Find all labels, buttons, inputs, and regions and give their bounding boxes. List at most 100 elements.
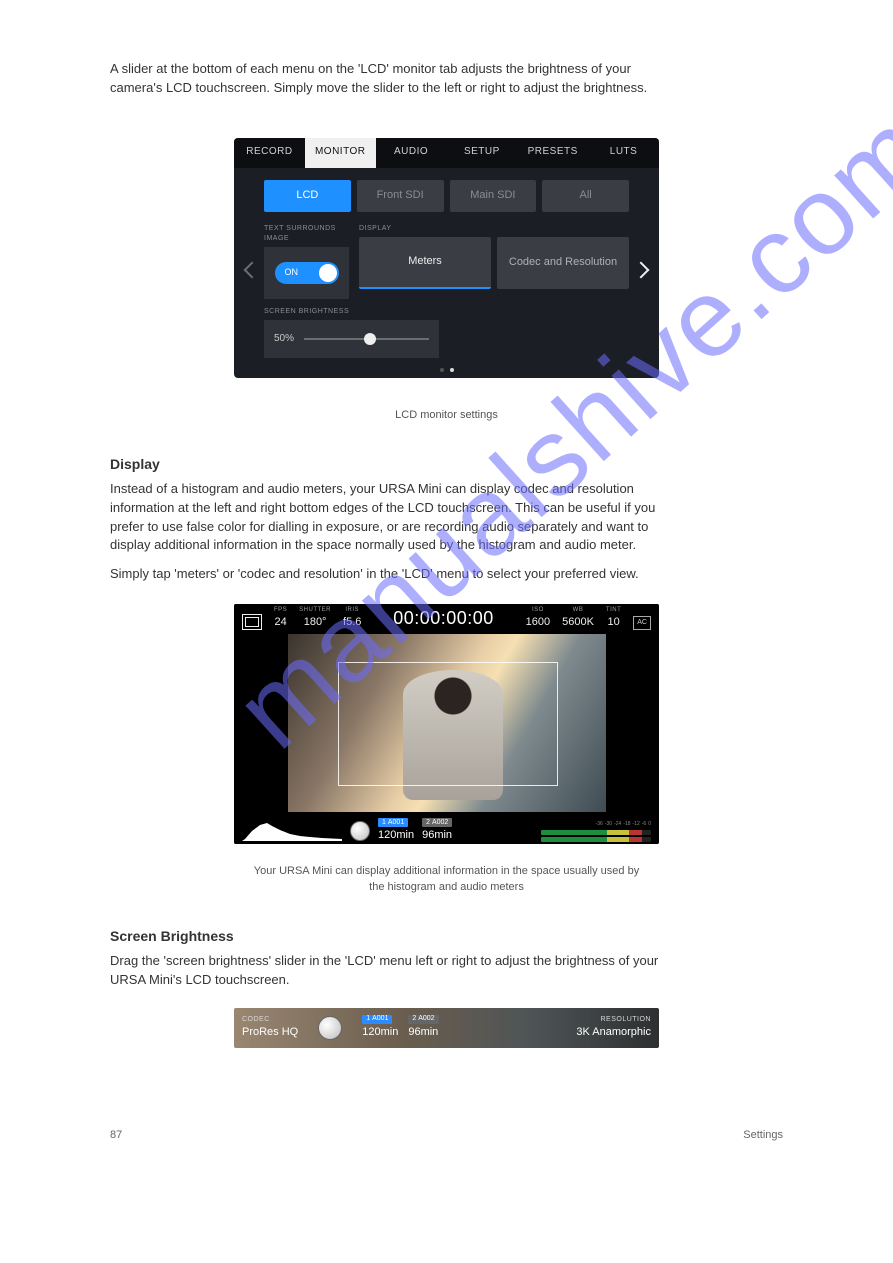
audio-bar-left [541, 830, 651, 835]
scale-3: -18 [623, 821, 630, 828]
card-2[interactable]: 2 A002 96min [422, 818, 452, 844]
caption-hud: Your URSA Mini can display additional in… [247, 864, 647, 896]
strip-card-1-time: 120min [362, 1025, 398, 1041]
iris-value: f5.6 [343, 615, 361, 631]
scale-0: -36 [596, 821, 603, 828]
brightness-paragraph: Drag the 'screen brightness' slider in t… [110, 952, 670, 990]
toggle-knob [319, 264, 337, 282]
monitor-subtabs: LCD Front SDI Main SDI All [234, 168, 659, 220]
fps-label: FPS [274, 606, 287, 615]
hud-top-bar: FPS 24 SHUTTER 180° IRIS f5.6 00:00:00:0… [234, 604, 659, 632]
codec-resolution-strip: CODEC ProRes HQ 1 A001 120min 2 A002 96m… [234, 1008, 659, 1048]
footer-page-number: 87 [110, 1128, 122, 1144]
page-footer: 87 Settings [110, 1128, 783, 1144]
caption-lcd: LCD monitor settings [247, 408, 647, 424]
codec-value: ProRes HQ [242, 1025, 298, 1041]
timecode[interactable]: 00:00:00:00 [393, 605, 494, 631]
resolution-field[interactable]: RESOLUTION 3K Anamorphic [576, 1015, 651, 1041]
intro-text: A slider at the bottom of each menu on t… [110, 60, 670, 98]
screen-brightness-label: SCREEN BRIGHTNESS [264, 307, 629, 317]
tab-presets[interactable]: PRESETS [517, 138, 588, 168]
subtab-all[interactable]: All [542, 180, 629, 212]
strip-card-1[interactable]: 1 A001 120min [362, 1015, 398, 1041]
page-dots [440, 368, 454, 372]
strip-card-1-chip: 1 A001 [362, 1015, 392, 1024]
tab-record[interactable]: RECORD [234, 138, 305, 168]
fps-stat[interactable]: FPS 24 [274, 606, 287, 631]
iso-value: 1600 [526, 615, 550, 631]
subtab-lcd[interactable]: LCD [264, 180, 351, 212]
audio-scale: -36 -30 -24 -18 -12 -6 0 [541, 821, 651, 828]
tint-stat[interactable]: TINT 10 [606, 606, 621, 631]
resolution-label: RESOLUTION [576, 1015, 651, 1025]
tab-audio[interactable]: AUDIO [376, 138, 447, 168]
shutter-value: 180° [304, 615, 327, 631]
codec-label: CODEC [242, 1015, 298, 1025]
toggle-on-label: ON [285, 266, 299, 279]
shutter-label: SHUTTER [299, 606, 331, 615]
subtab-main-sdi[interactable]: Main SDI [450, 180, 537, 212]
fps-value: 24 [274, 615, 286, 631]
display-codec-res-button[interactable]: Codec and Resolution [497, 237, 629, 289]
audio-meters[interactable]: -36 -30 -24 -18 -12 -6 0 [541, 821, 651, 842]
card-2-name: A002 [432, 818, 448, 828]
tab-monitor[interactable]: MONITOR [305, 138, 376, 168]
tab-setup[interactable]: SETUP [446, 138, 517, 168]
shutter-stat[interactable]: SHUTTER 180° [299, 606, 331, 631]
brightness-heading: Screen Brightness [110, 926, 783, 946]
strip-record-button[interactable] [318, 1016, 342, 1040]
card-1-chip: 1 A001 [378, 818, 408, 827]
subtab-front-sdi[interactable]: Front SDI [357, 180, 444, 212]
audio-bar-right [541, 837, 651, 842]
strip-card-2-time: 96min [408, 1025, 438, 1041]
card-2-time: 96min [422, 828, 452, 844]
iso-stat[interactable]: ISO 1600 [526, 606, 550, 631]
intro-paragraph: A slider at the bottom of each menu on t… [110, 60, 670, 98]
display-heading: Display [110, 454, 783, 474]
scale-4: -12 [633, 821, 640, 828]
wb-stat[interactable]: WB 5600K [562, 606, 594, 631]
text-surrounds-toggle[interactable]: ON [275, 262, 339, 284]
tab-luts[interactable]: LUTS [588, 138, 659, 168]
brightness-slider[interactable] [304, 338, 429, 340]
display-meters-button[interactable]: Meters [359, 237, 491, 289]
settings-panel: RECORD MONITOR AUDIO SETUP PRESETS LUTS … [234, 138, 659, 378]
card-1-time: 120min [378, 828, 414, 844]
wb-label: WB [573, 606, 584, 615]
display-label: DISPLAY [359, 224, 629, 234]
card-1[interactable]: 1 A001 120min [378, 818, 414, 844]
power-ac-badge: AC [633, 616, 651, 630]
wb-value: 5600K [562, 615, 594, 631]
hud-bottom-bar: 1 A001 120min 2 A002 96min -36 -30 -24 -… [234, 818, 659, 844]
live-viewport[interactable] [288, 634, 606, 812]
strip-card-2-chip: 2 A002 [408, 1015, 438, 1024]
codec-field[interactable]: CODEC ProRes HQ [242, 1015, 298, 1041]
card-1-num: 1 [382, 818, 386, 828]
frame-guides-icon[interactable] [242, 614, 262, 630]
page-dot-1[interactable] [440, 368, 444, 372]
card-2-chip: 2 A002 [422, 818, 452, 827]
iris-label: IRIS [345, 606, 359, 615]
strip-card-2-name: A002 [418, 1014, 434, 1024]
footer-section-name: Settings [743, 1128, 783, 1144]
brightness-value: 50% [274, 332, 294, 347]
display-paragraph-1: Instead of a histogram and audio meters,… [110, 480, 670, 555]
top-tabs: RECORD MONITOR AUDIO SETUP PRESETS LUTS [234, 138, 659, 168]
display-paragraph-2: Simply tap 'meters' or 'codec and resolu… [110, 565, 670, 584]
strip-card-1-name: A001 [372, 1014, 388, 1024]
page-dot-2[interactable] [450, 368, 454, 372]
resolution-value: 3K Anamorphic [576, 1025, 651, 1041]
scale-6: 0 [648, 821, 651, 828]
strip-card-2-num: 2 [412, 1014, 416, 1024]
strip-card-1-num: 1 [366, 1014, 370, 1024]
strip-card-2[interactable]: 2 A002 96min [408, 1015, 438, 1041]
iris-stat[interactable]: IRIS f5.6 [343, 606, 361, 631]
card-2-num: 2 [426, 818, 430, 828]
brightness-slider-knob[interactable] [364, 333, 376, 345]
record-button[interactable] [350, 821, 370, 841]
safe-frame-guide [338, 662, 558, 786]
histogram[interactable] [242, 821, 342, 841]
scale-1: -30 [605, 821, 612, 828]
scale-2: -24 [614, 821, 621, 828]
tint-value: 10 [607, 615, 619, 631]
